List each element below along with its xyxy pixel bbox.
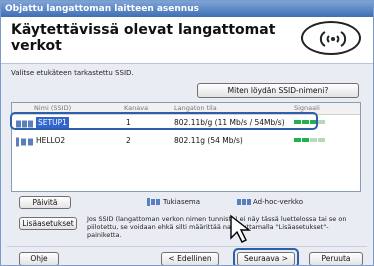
page-title: Käytettävissä olevat langattomat verkot [11, 22, 276, 54]
signal-strength-icon [294, 138, 326, 143]
hidden-ssid-note: Jos SSID (langattoman verkon nimen tunni… [87, 215, 347, 239]
channel-label: 2 [126, 136, 131, 145]
window-title: Objattu langattoman laitteen asennus [1, 1, 373, 17]
refresh-button[interactable]: Päivitä [19, 196, 71, 209]
access-point-legend-icon [147, 198, 160, 206]
wireless-logo-icon [301, 21, 361, 55]
advanced-settings-button[interactable]: Lisäasetukset [19, 217, 77, 230]
cancel-button[interactable]: Peruuta [309, 252, 363, 265]
selection-highlight [10, 112, 318, 130]
legend-access-point: Tukiasema [163, 198, 200, 206]
divider [7, 246, 367, 247]
find-ssid-help-button[interactable]: Miten löydän SSID-nimeni? [197, 83, 359, 98]
access-point-icon [16, 137, 33, 147]
back-button[interactable]: < Edellinen [161, 252, 219, 265]
header: Käytettävissä olevat langattomat verkot [1, 17, 373, 63]
ssid-label: HELLO2 [36, 136, 66, 145]
next-highlight [233, 248, 299, 265]
adhoc-legend-icon [237, 199, 251, 205]
setup-window: Objattu langattoman laitteen asennus Käy… [0, 0, 374, 266]
mode-label: 802.11g (54 Mb/s) [174, 136, 243, 145]
network-row-hello2[interactable]: HELLO2 2 802.11g (54 Mb/s) [12, 133, 360, 149]
mouse-pointer-icon [230, 214, 252, 243]
instruction-text: Valitse etukäteen tarkastettu SSID. [11, 69, 134, 77]
help-button[interactable]: Ohje [19, 252, 59, 265]
legend-adhoc: Ad-hoc-verkko [253, 198, 304, 206]
content-area: Valitse etukäteen tarkastettu SSID. Mite… [1, 63, 373, 265]
